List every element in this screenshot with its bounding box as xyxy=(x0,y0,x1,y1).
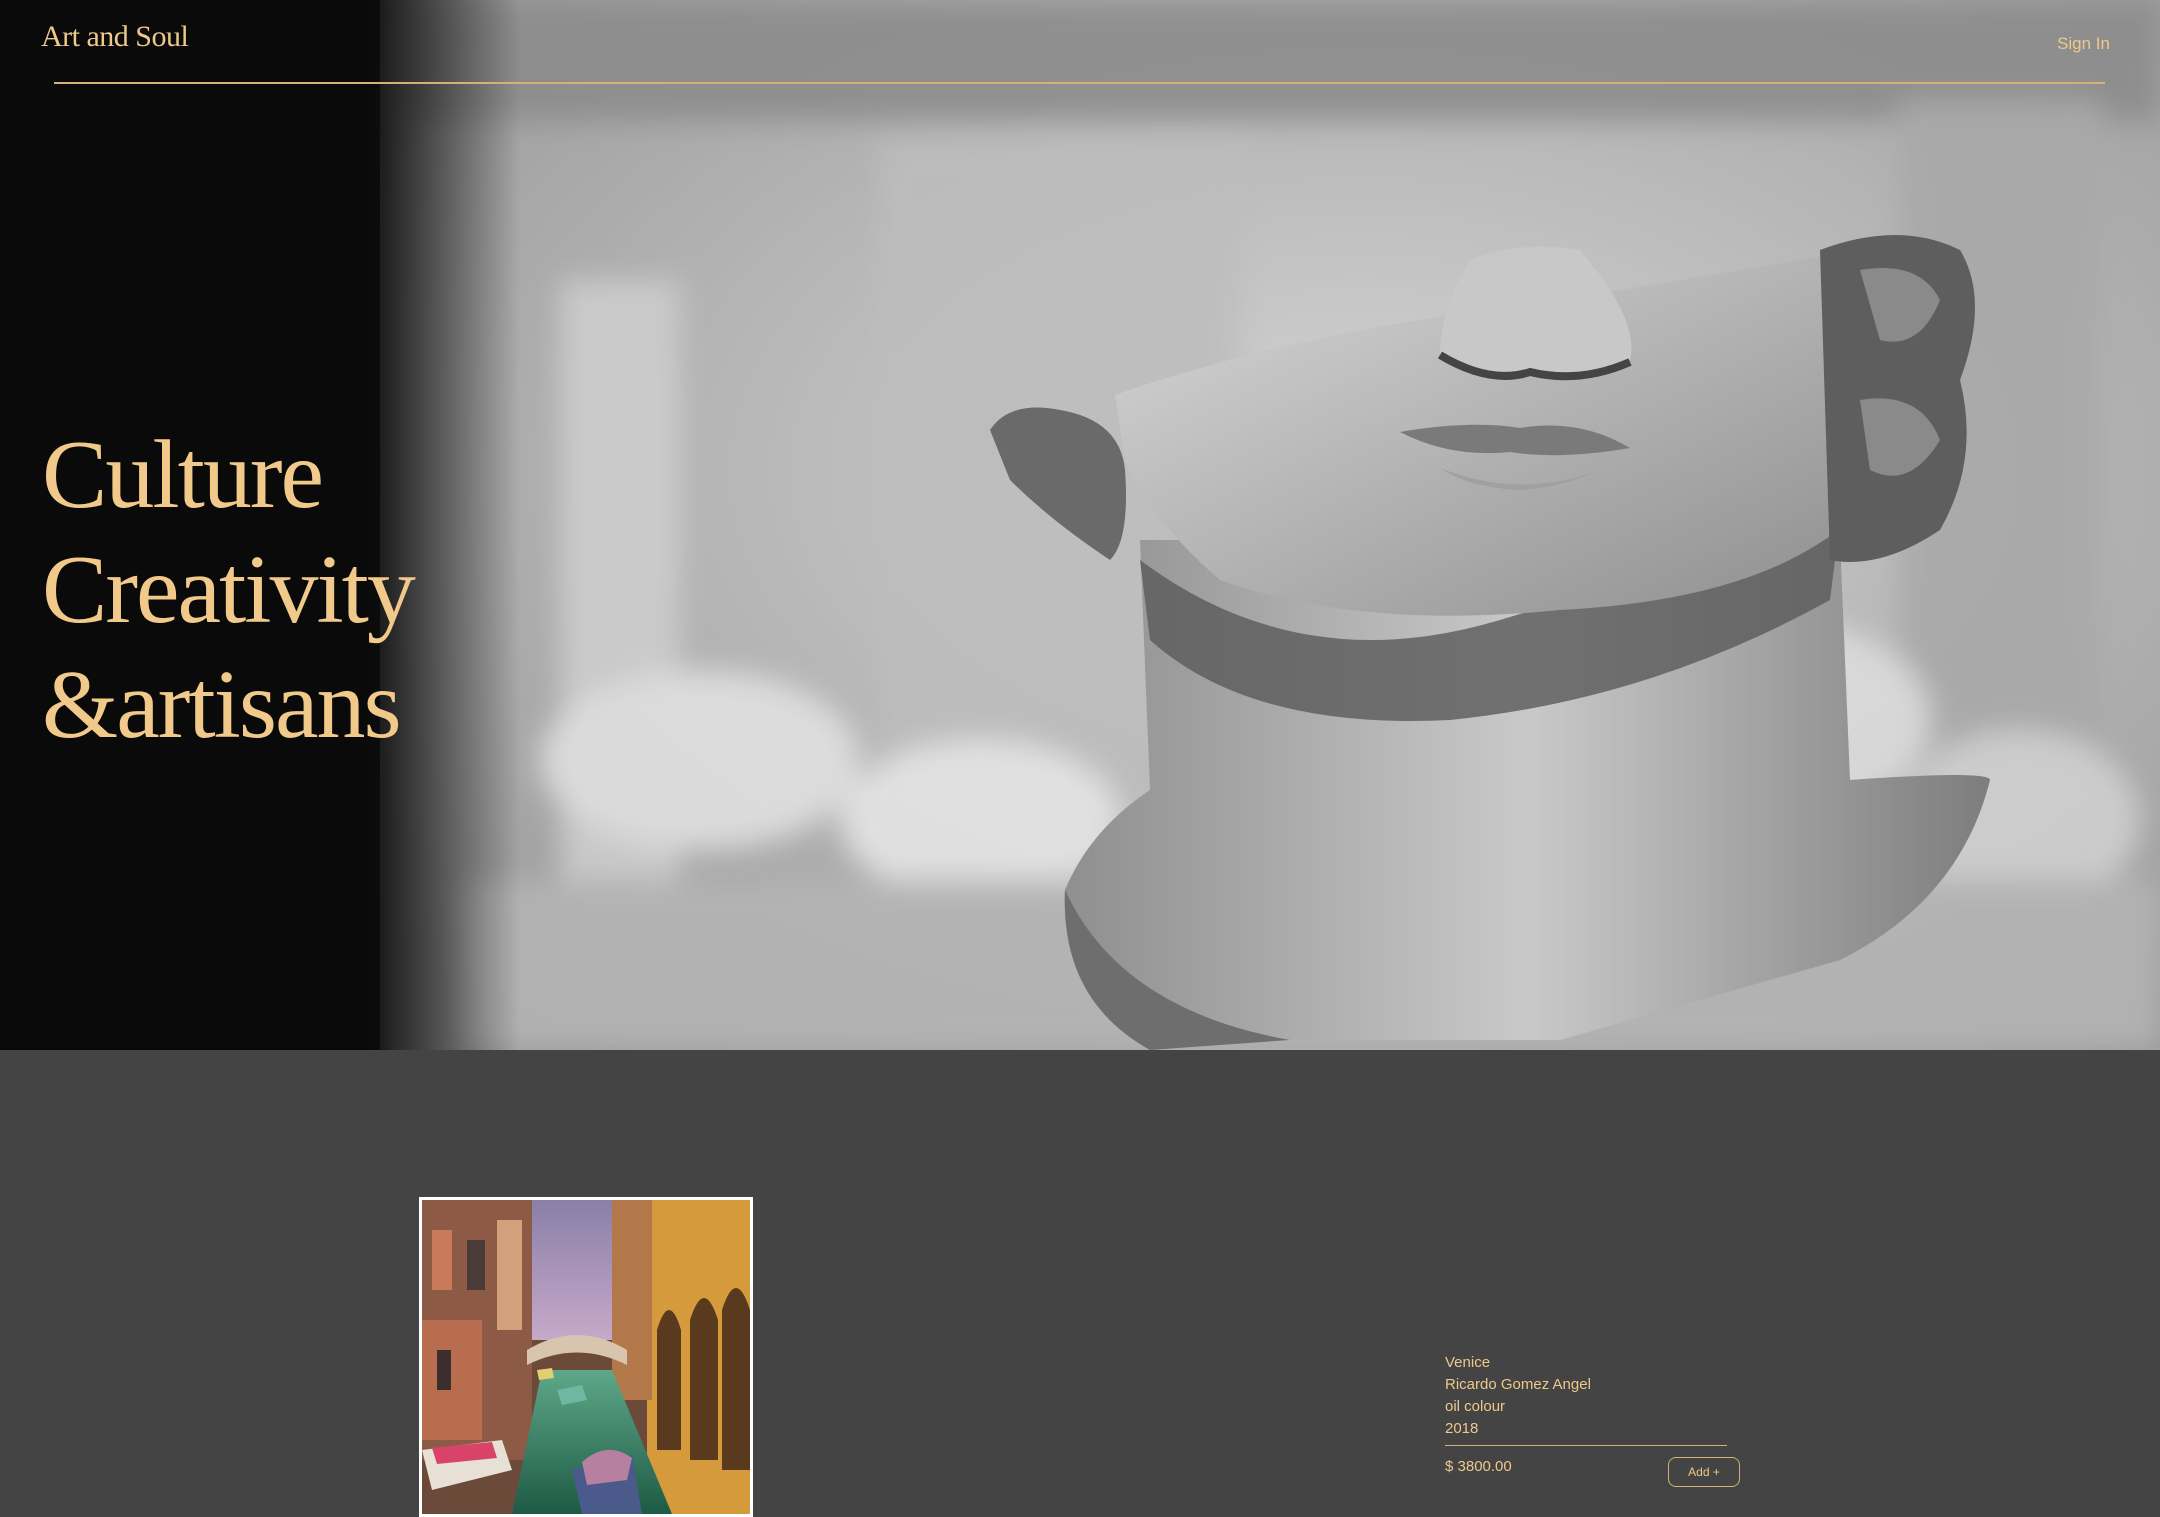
artwork-details: Venice Ricardo Gomez Angel oil colour 20… xyxy=(1445,1352,1591,1440)
add-to-cart-button[interactable]: Add + xyxy=(1668,1457,1740,1487)
headline-line-1: Culture xyxy=(42,421,324,529)
headline-line-3: &artisans xyxy=(42,651,402,759)
venice-painting xyxy=(422,1200,750,1514)
hero-headline: Culture Creativity &artisans xyxy=(42,418,502,763)
artwork-divider xyxy=(1445,1445,1727,1446)
artwork-image[interactable] xyxy=(419,1197,753,1517)
artwork-artist: Ricardo Gomez Angel xyxy=(1445,1376,1591,1393)
artwork-medium: oil colour xyxy=(1445,1398,1506,1415)
sign-in-link[interactable]: Sign In xyxy=(2057,34,2110,54)
header-divider xyxy=(54,82,2105,84)
artwork-title: Venice xyxy=(1445,1354,1491,1371)
headline-line-2: Creativity xyxy=(42,536,416,644)
artwork-price: $ 3800.00 xyxy=(1445,1458,1512,1475)
artwork-year: 2018 xyxy=(1445,1420,1479,1437)
site-logo[interactable]: Art and Soul xyxy=(41,20,189,54)
